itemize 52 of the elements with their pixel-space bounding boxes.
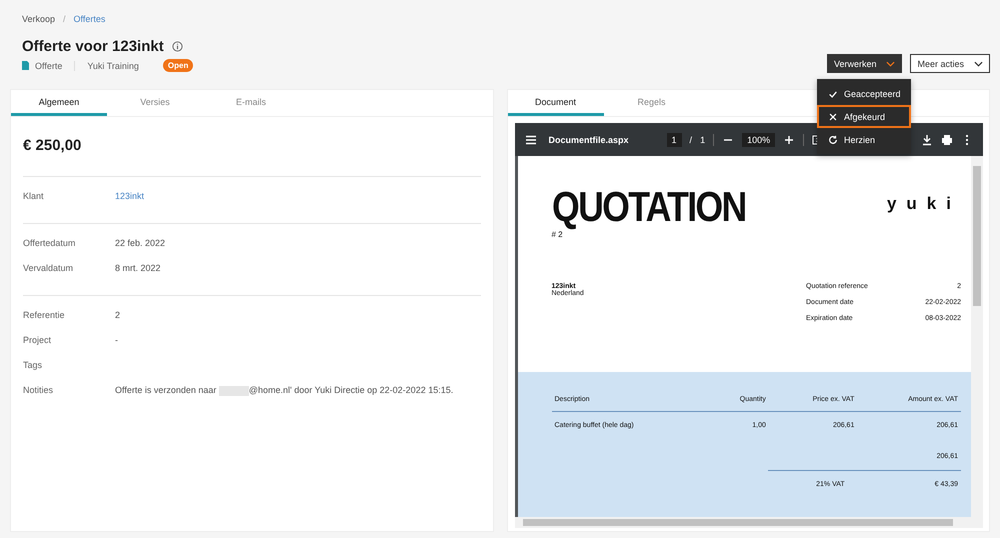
- tab[interactable]: E-mails: [203, 90, 299, 116]
- field-value: 22 feb. 2022: [115, 238, 166, 248]
- tab[interactable]: Regels: [604, 90, 700, 116]
- field-value: 8 mrt. 2022: [115, 263, 161, 273]
- caret-icon: [974, 60, 983, 66]
- field-label: Tags: [23, 360, 44, 370]
- customer-link[interactable]: 123inkt: [115, 191, 144, 201]
- field-label: Klant: [23, 191, 45, 201]
- horizontal-scrollbar[interactable]: [514, 517, 983, 528]
- tab[interactable]: Algemeen: [11, 90, 107, 116]
- process-button[interactable]: Verwerken: [826, 54, 902, 73]
- check-icon: [828, 88, 838, 98]
- field-label: Offertedatum: [23, 238, 76, 248]
- caret-icon: [886, 60, 896, 66]
- field-label: Notities: [23, 385, 54, 396]
- breadcrumb-separator: /: [63, 14, 66, 24]
- status-badge: Open: [162, 59, 194, 72]
- field-value: -: [115, 335, 118, 345]
- more-actions-button[interactable]: Meer acties: [910, 54, 990, 73]
- file-name: Documentfile.aspx: [548, 134, 629, 144]
- info-icon[interactable]: [172, 41, 183, 52]
- zoom-in-icon[interactable]: [783, 134, 796, 146]
- field-value: 2: [115, 310, 120, 320]
- page-number-field[interactable]: 1: [666, 132, 682, 146]
- vertical-scrollbar[interactable]: [971, 156, 983, 517]
- document-title: QUOTATION: [552, 186, 746, 228]
- menu-item[interactable]: Geaccepteerd: [817, 82, 911, 105]
- field-label: Project: [23, 335, 52, 345]
- breadcrumb-item[interactable]: Offertes: [74, 14, 106, 24]
- tab[interactable]: Document: [508, 90, 604, 116]
- field-label: Referentie: [23, 310, 66, 320]
- notes-text: Offerte is verzonden naar @home.nl' door Yuki Directie op 22-02-2022 15:15.: [115, 385, 454, 396]
- breadcrumb-item: Verkoop: [22, 14, 56, 24]
- close-icon: [828, 112, 838, 122]
- menu-icon[interactable]: [524, 134, 536, 146]
- tab[interactable]: Versies: [107, 90, 203, 116]
- page-separator: /: [690, 134, 692, 144]
- document-type: Offerte: [34, 60, 64, 70]
- zoom-field[interactable]: 100%: [742, 132, 776, 146]
- document-icon: [22, 61, 29, 70]
- print-icon[interactable]: [941, 134, 953, 146]
- field-label: Vervaldatum: [23, 263, 74, 273]
- page-title: Offerte voor 123inkt: [22, 38, 164, 55]
- download-icon[interactable]: [921, 134, 933, 146]
- amount: € 250,00: [23, 137, 82, 154]
- menu-item[interactable]: Herzien: [817, 128, 911, 151]
- menu-item[interactable]: Afgekeurd: [817, 105, 911, 128]
- page-count: 1: [700, 134, 706, 144]
- company-name: Yuki Training: [74, 60, 151, 70]
- refresh-icon: [828, 134, 838, 144]
- logo: yuki: [886, 194, 961, 215]
- quotation-number: # 2: [550, 230, 564, 239]
